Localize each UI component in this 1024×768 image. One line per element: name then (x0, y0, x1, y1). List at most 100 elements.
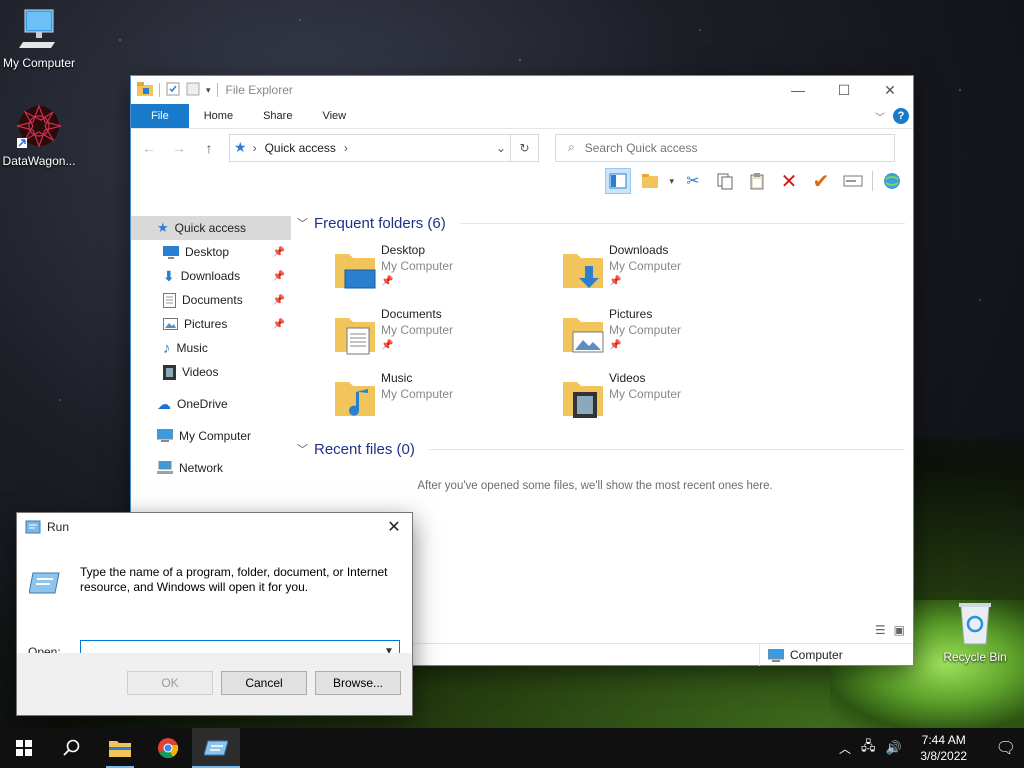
run-close-button[interactable]: ✕ (376, 517, 412, 537)
downloads-folder-icon (563, 254, 603, 288)
rename-button[interactable] (840, 168, 866, 194)
address-bar[interactable]: ★ › Quick access › ⌄ ↻ (229, 133, 539, 162)
select-button[interactable]: ✔ (808, 168, 834, 194)
desktop-icon-datawagon[interactable]: DataWagon... (0, 104, 84, 168)
pin-icon: 📌 (272, 318, 285, 330)
star-icon: ★ (157, 220, 169, 235)
breadcrumb-quick-access[interactable]: Quick access (265, 141, 336, 155)
frequent-folders-header[interactable]: ﹀ Frequent folders (6) (297, 212, 913, 234)
large-icons-view-icon[interactable]: ▣ (894, 623, 905, 637)
desktop-folder-icon (335, 254, 376, 289)
copy-button[interactable] (712, 168, 738, 194)
forward-button[interactable]: → (169, 140, 189, 156)
maximize-button[interactable]: ☐ (821, 76, 867, 104)
qat-separator (159, 83, 160, 97)
paste-button[interactable] (744, 168, 770, 194)
clock[interactable]: 7:44 AM 3/8/2022 (912, 732, 976, 764)
network-tray-icon[interactable]: 🖧 (861, 737, 876, 759)
properties-icon[interactable] (166, 82, 180, 99)
quick-access-toolbar: ▾ (137, 81, 218, 99)
nav-item-my-computer[interactable]: My Computer (131, 424, 291, 448)
desktop-icon-recycle-bin[interactable]: Recycle Bin (930, 600, 1020, 664)
nav-item-music[interactable]: ♪ Music (131, 336, 291, 360)
qat-separator (216, 83, 218, 97)
preview-pane-button[interactable] (605, 168, 632, 194)
recent-files-header[interactable]: ﹀ Recent files (0) (297, 438, 913, 460)
volume-icon[interactable]: 🔊 (886, 740, 902, 756)
run-program-icon (29, 572, 60, 594)
nav-item-pictures[interactable]: Pictures 📌 (131, 312, 291, 336)
collapse-chevron-icon[interactable]: ﹀ (297, 441, 308, 457)
network-icon (157, 461, 173, 474)
tab-home[interactable]: Home (189, 104, 248, 128)
refresh-button[interactable]: ↻ (510, 134, 538, 161)
taskbar-chrome[interactable] (144, 728, 192, 768)
expand-ribbon-icon[interactable]: ﹀ (875, 109, 885, 124)
folder-downloads[interactable]: Downloads My Computer 📌 (561, 242, 789, 296)
pictures-folder-icon (563, 318, 604, 353)
desktop-icon-my-computer[interactable]: My Computer (0, 8, 84, 70)
clock-time: 7:44 AM (921, 733, 966, 747)
cancel-button[interactable]: Cancel (221, 671, 307, 695)
pin-icon: 📌 (272, 270, 285, 282)
network-globe-button[interactable] (879, 168, 905, 194)
breadcrumb-chevron-icon[interactable]: › (344, 141, 348, 155)
window-title: File Explorer (225, 83, 293, 97)
search-input[interactable] (584, 140, 865, 155)
start-button[interactable] (0, 728, 48, 768)
search-box[interactable]: ⌕ (555, 133, 895, 162)
taskbar-run[interactable] (192, 728, 240, 768)
ok-button[interactable]: OK (127, 671, 213, 695)
browse-button[interactable]: Browse... (315, 671, 401, 695)
search-icon (63, 739, 80, 756)
folder-documents[interactable]: Documents My Computer 📌 (333, 306, 561, 360)
folder-music[interactable]: Music My Computer (333, 370, 561, 424)
nav-item-onedrive[interactable]: ☁ OneDrive (131, 392, 291, 416)
breadcrumb-separator-icon[interactable]: › (253, 141, 257, 155)
show-hidden-icons-chevron-icon[interactable]: ︿ (839, 740, 851, 757)
new-folder-button[interactable] (637, 168, 663, 194)
nav-item-quick-access[interactable]: ★ Quick access (131, 216, 291, 240)
details-view-icon[interactable]: ☰ (875, 623, 886, 637)
delete-button[interactable]: ✕ (776, 168, 802, 194)
recycle-bin-icon (959, 603, 991, 645)
new-folder-dropdown-icon[interactable]: ▾ (669, 176, 674, 187)
folder-videos[interactable]: Videos My Computer (561, 370, 789, 424)
download-arrow-icon: ⬇ (163, 267, 175, 284)
explorer-title-bar: ▾ File Explorer — ☐ ✕ (131, 76, 913, 104)
nav-item-network[interactable]: Network (131, 456, 291, 480)
help-icon[interactable]: ? (893, 108, 909, 124)
system-tray: ︿ 🖧 🔊 7:44 AM 3/8/2022 🗨 (839, 732, 1024, 764)
nav-item-documents[interactable]: Documents 📌 (131, 288, 291, 312)
search-icon: ⌕ (568, 140, 575, 154)
notifications-icon[interactable]: 🗨 (996, 738, 1016, 758)
pin-icon: 📌 (381, 276, 394, 287)
run-dialog: Run ✕ Type the name of a program, folder… (16, 512, 413, 716)
taskbar-file-explorer[interactable] (96, 728, 144, 768)
monitor-icon (19, 9, 55, 48)
tab-file[interactable]: File (131, 104, 189, 128)
search-button[interactable] (48, 728, 96, 768)
explorer-app-icon[interactable] (137, 81, 153, 99)
pin-icon: 📌 (609, 276, 622, 287)
nav-item-downloads[interactable]: ⬇ Downloads 📌 (131, 264, 291, 288)
nav-item-videos[interactable]: Videos (131, 360, 291, 384)
up-button[interactable]: ↑ (199, 140, 219, 156)
folder-pictures[interactable]: Pictures My Computer 📌 (561, 306, 789, 360)
navigation-bar: ← → ↑ ★ › Quick access › ⌄ ↻ ⌕ (131, 128, 913, 166)
tab-share[interactable]: Share (248, 104, 307, 128)
new-folder-qat-icon[interactable] (186, 82, 200, 99)
collapse-chevron-icon[interactable]: ﹀ (297, 215, 308, 231)
close-button[interactable]: ✕ (867, 76, 913, 104)
back-button[interactable]: ← (139, 140, 159, 156)
pin-icon: 📌 (272, 294, 285, 306)
cut-button[interactable]: ✂ (680, 168, 706, 194)
minimize-button[interactable]: — (775, 76, 821, 104)
run-description: Type the name of a program, folder, docu… (80, 565, 388, 594)
nav-item-desktop[interactable]: Desktop 📌 (131, 240, 291, 264)
cloud-icon: ☁ (157, 395, 171, 412)
folder-desktop[interactable]: Desktop My Computer 📌 (333, 242, 561, 296)
tab-view[interactable]: View (307, 104, 361, 128)
customize-qat-icon[interactable]: ▾ (206, 85, 211, 96)
address-history-dropdown-icon[interactable]: ⌄ (496, 141, 506, 155)
